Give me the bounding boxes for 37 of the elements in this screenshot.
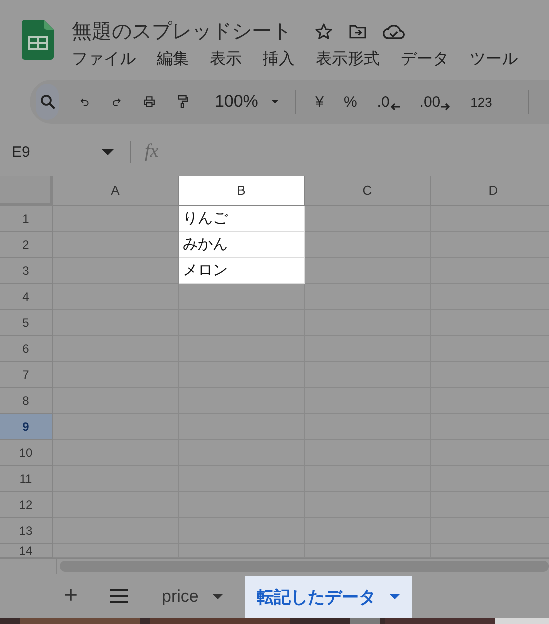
menu-item[interactable]: 表示形式 xyxy=(316,49,380,70)
column-header[interactable]: D xyxy=(431,176,549,206)
row-header[interactable]: 3 xyxy=(0,258,53,284)
table-cell[interactable]: メロン xyxy=(179,258,305,284)
format-button[interactable]: ¥ xyxy=(316,94,324,110)
row-header[interactable]: 7 xyxy=(0,362,53,388)
menu-item[interactable]: 挿入 xyxy=(263,49,295,70)
row-header[interactable]: 14 xyxy=(0,544,53,558)
row-header[interactable]: 5 xyxy=(0,310,53,336)
format-button[interactable]: .00 xyxy=(420,93,451,111)
sheet-tab[interactable]: price xyxy=(150,576,235,618)
row-header[interactable]: 11 xyxy=(0,466,53,492)
add-sheet-button[interactable]: + xyxy=(64,582,78,610)
column-header[interactable]: C xyxy=(305,176,431,206)
row-header[interactable]: 1 xyxy=(0,206,53,232)
table-cell[interactable]: りんご xyxy=(179,206,305,232)
row-header[interactable]: 10 xyxy=(0,440,53,466)
row-header[interactable]: 13 xyxy=(0,518,53,544)
menu-item[interactable]: データ xyxy=(401,49,449,70)
format-button[interactable]: 123 xyxy=(470,94,492,110)
zoom-select[interactable]: 100% xyxy=(214,92,258,112)
name-box[interactable]: E9 xyxy=(12,144,100,160)
format-button[interactable]: .0 xyxy=(377,93,400,111)
menu-item[interactable]: ツール xyxy=(470,49,518,70)
menu-item[interactable]: 表示 xyxy=(210,49,242,70)
menu-item[interactable]: 編集 xyxy=(157,49,189,70)
row-header[interactable]: 6 xyxy=(0,336,53,362)
row-header[interactable]: 9 xyxy=(0,414,53,440)
document-title[interactable]: 無題のスプレッドシート xyxy=(72,18,292,45)
menu-item[interactable]: ファイル xyxy=(72,49,136,70)
sheet-tab[interactable]: 転記したデータ xyxy=(244,576,412,618)
row-header[interactable]: 4 xyxy=(0,284,53,310)
format-button[interactable]: % xyxy=(344,94,358,110)
row-header[interactable]: 12 xyxy=(0,492,53,518)
column-header[interactable]: B xyxy=(179,176,305,206)
row-header[interactable]: 2 xyxy=(0,232,53,258)
table-cell[interactable]: みかん xyxy=(179,232,305,258)
